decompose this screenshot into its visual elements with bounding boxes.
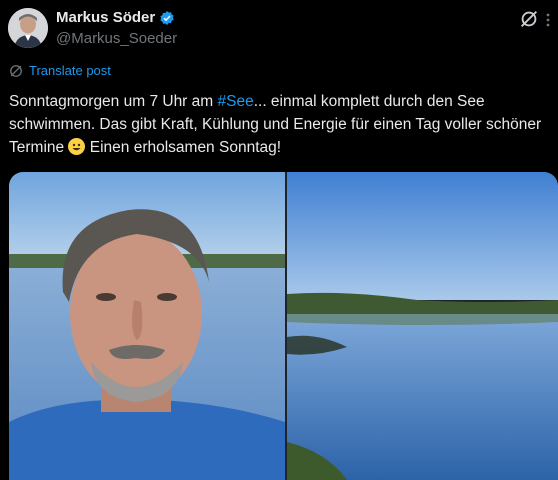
grinning-face-emoji (68, 138, 86, 155)
media-grid (9, 172, 558, 480)
selfie-photo[interactable] (9, 172, 285, 480)
globe-icon (10, 64, 22, 77)
translate-post-link[interactable]: Translate post (9, 63, 111, 78)
author-handle[interactable]: @Markus_Soeder (56, 30, 177, 47)
lake-photo[interactable] (287, 172, 558, 480)
author-name[interactable]: Markus Söder (56, 9, 155, 26)
hashtag-link[interactable]: #See (218, 93, 254, 110)
grok-icon[interactable] (518, 8, 540, 30)
avatar[interactable] (8, 8, 48, 48)
post-card: Markus Söder @Markus_Soeder Translate po… (0, 0, 558, 480)
post-text: Sonntagmorgen um 7 Uhr am #See... einmal… (9, 90, 549, 159)
translate-post-label: Translate post (29, 63, 111, 78)
post-text-part1: Sonntagmorgen um 7 Uhr am (9, 93, 218, 110)
verified-badge-icon (160, 10, 174, 25)
author-name-row: Markus Söder (56, 9, 175, 26)
post-text-part3: Einen erholsamen Sonntag! (85, 139, 282, 156)
more-options-icon[interactable] (540, 12, 556, 28)
